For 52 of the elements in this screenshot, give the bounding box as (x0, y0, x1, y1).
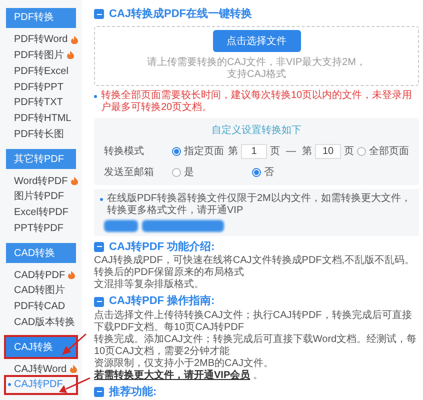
vip-link[interactable]: 若需转换更大文件，请开通VIP会员 (94, 370, 250, 381)
fire-icon (70, 177, 78, 186)
sidebar-item[interactable]: CAD转PDF (6, 267, 76, 284)
sidebar-item[interactable]: PDF转Excel (6, 63, 76, 80)
range-text: — (286, 144, 296, 159)
range-text: 页 (344, 144, 354, 159)
sidebar-item[interactable]: CAJ转Word (6, 361, 76, 378)
fire-icon (70, 365, 77, 374)
bullet-icon (94, 95, 97, 98)
sidebar-item[interactable]: PDF转图片 (6, 48, 76, 64)
sidebar-item[interactable]: Word转PDF (6, 173, 76, 190)
radio-option[interactable]: 否 (252, 164, 332, 180)
settings-heading: 自定义设置转换如下 (212, 124, 302, 138)
sidebar-item[interactable]: PDF转HTML (6, 110, 76, 127)
section-heading: CAJ转换成PDF在线一键转换 (109, 6, 252, 22)
category-header[interactable]: CAJ转换 (6, 337, 76, 358)
upload-area[interactable]: 点击选择文件 请上传需要转换的CAJ文件，非VIP最大支持2M， 支持CAJ格式 (94, 26, 419, 86)
page-input[interactable]: 10 (315, 144, 341, 159)
sidebar-item[interactable]: PDF转长图 (6, 126, 76, 142)
section-heading: 推荐功能: (109, 384, 157, 400)
range-text: 页 (270, 144, 280, 159)
page-input[interactable]: 1 (241, 144, 267, 159)
field-label: 转换模式 (104, 144, 145, 159)
upload-hint: 支持CAJ格式 (227, 69, 286, 82)
fire-icon (68, 271, 76, 280)
choose-file-button[interactable]: 点击选择文件 (212, 30, 300, 52)
sidebar-item[interactable]: PDF转TXT (6, 95, 76, 111)
section-heading: CAJ转PDF 操作指南: (109, 294, 215, 310)
sidebar-item[interactable]: 图片转PDF (6, 189, 76, 205)
radio-option[interactable]: 是 (172, 164, 252, 180)
vip-notice: 在线版PDF转换器转换文件仅限于2M以内文件，如需转换更大文件，转换更多格式文件，请开通VIP (107, 193, 412, 218)
sidebar-item[interactable]: CAD转图片 (6, 283, 76, 299)
sidebar-item[interactable]: PDF转PPT (6, 79, 76, 96)
intro-text: CAJ转换成PDF，可快速在线将CAJ文件转换成PDF文档,不乱版不乱码。转换后的PDF保留原来的布局格式 文混排等复杂排版格式。 (94, 255, 416, 292)
sidebar-item[interactable]: CAD版本转换 (6, 314, 76, 330)
upload-hint: 请上传需要转换的CAJ文件，非VIP最大支持2M， (147, 57, 366, 68)
sidebar-item[interactable]: PDF转CAD (6, 298, 76, 315)
sidebar-item[interactable]: Excel转PDF (6, 204, 76, 221)
blurred-button[interactable] (104, 220, 138, 232)
guide-text: 点击选择文件上传待转换CAJ文件；执行CAJ转PDF，转换完成后可直接下载PDF文档。每10页CAJ转PDF 转换完成。添加CAJ文件；转换完成后可直接下载Word文档。经测试，每10页CAJ文档，需要2分钟才能 资源限制，仅支持小于2MB的CAJ文件。 若需转换更大文件，请开通VIP会员 。 (94, 310, 418, 382)
radio-option[interactable]: 指定页面 (172, 144, 225, 159)
notice-text: 转换全部页面需要较长时间，建议每次转换10页以内的文件，未登录用户最多可转换20页文档。 (101, 90, 414, 114)
annotation-arrow (62, 333, 86, 355)
field-label: 发送至邮箱 (104, 166, 155, 180)
blurred-button[interactable] (142, 220, 224, 232)
bullet-icon (100, 198, 103, 202)
radio-option[interactable]: 全部页面 (357, 144, 409, 159)
range-text: 第 (228, 144, 238, 159)
range-text: 第 (302, 144, 312, 159)
sidebar-item[interactable]: PPT转PDF (6, 220, 76, 236)
sidebar-item[interactable]: PDF转Word (6, 32, 76, 48)
section-heading: CAJ转PDF 功能介绍: (109, 240, 215, 254)
